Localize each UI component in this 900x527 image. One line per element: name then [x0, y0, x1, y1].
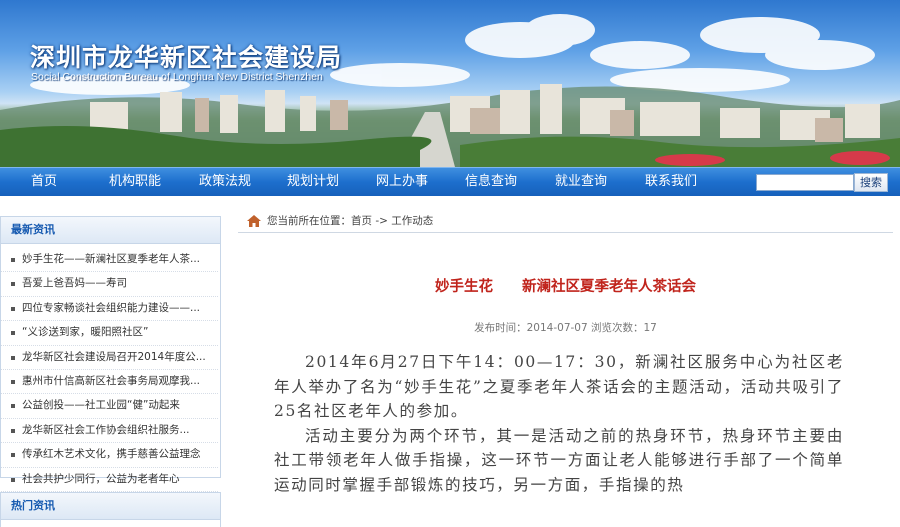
list-item[interactable]: 龙华新区社会建设局召开2014年度公... [1, 346, 218, 370]
hot-news-box: 热门资讯 [0, 492, 221, 527]
bullet-icon [11, 428, 15, 433]
nav-item-job-query[interactable]: 就业查询 [544, 168, 618, 196]
bullet-icon [11, 258, 15, 262]
bullet-icon [11, 404, 15, 409]
nav-item-home[interactable]: 首页 [14, 168, 74, 196]
bullet-icon [11, 282, 15, 287]
search-input[interactable] [756, 174, 854, 191]
list-item[interactable]: 四位专家畅谈社会组织能力建设——... [1, 297, 218, 322]
home-icon [247, 215, 261, 227]
list-item[interactable]: 惠州市什信高新区社会事务局观摩我... [1, 370, 218, 395]
article-paragraph: 2014年6月27日下午14：00—17：30，新澜社区服务中心为社区老年人举办… [274, 353, 844, 420]
search-button[interactable]: 搜索 [854, 173, 888, 192]
list-item[interactable]: 传承红木艺术文化，携手慈善公益理念 [1, 443, 218, 468]
latest-news-box: 最新资讯 妙手生花——新澜社区夏季老年人茶... 吾爱上爸吾妈——寿司 四位专家… [0, 216, 221, 492]
nav-item-policy[interactable]: 政策法规 [188, 168, 262, 196]
nav-item-organization[interactable]: 机构职能 [98, 168, 172, 196]
hot-news-title: 热门资讯 [1, 493, 220, 520]
list-item[interactable]: 妙手生花——新澜社区夏季老年人茶... [1, 248, 218, 273]
list-item[interactable]: “义诊送到家，暖阳照社区” [1, 321, 218, 346]
bullet-icon [11, 331, 15, 336]
nav-item-planning[interactable]: 规划计划 [276, 168, 350, 196]
article-body: 2014年6月27日下午14：00—17：30，新澜社区服务中心为社区老年人举办… [274, 350, 844, 497]
list-item[interactable]: 公益创投——社工业园“健”动起来 [1, 394, 218, 419]
breadcrumb-divider [238, 232, 893, 233]
site-banner: 深圳市龙华新区社会建设局 Social Construction Bureau … [0, 0, 900, 167]
bullet-icon [11, 477, 15, 482]
breadcrumb-prefix: 您当前所在位置： [267, 215, 351, 227]
list-item[interactable]: 龙华新区社会工作协会组织社服务... [1, 419, 218, 444]
site-title: 深圳市龙华新区社会建设局 [30, 43, 343, 72]
breadcrumb-current[interactable]: 工作动态 [391, 215, 433, 227]
nav-item-info-query[interactable]: 信息查询 [454, 168, 528, 196]
breadcrumb: 您当前所在位置：首页 -> 工作动态 [247, 213, 433, 229]
article-paragraph: 活动主要分为两个环节，其一是活动之前的热身环节，热身环节主要由社工带领老年人做手… [274, 426, 844, 494]
bullet-icon [11, 306, 15, 311]
nav-item-contact[interactable]: 联系我们 [634, 168, 708, 196]
main-nav: 首页 机构职能 政策法规 规划计划 网上办事 信息查询 就业查询 联系我们 搜索 [0, 167, 900, 196]
nav-item-online-service[interactable]: 网上办事 [365, 168, 439, 196]
list-item[interactable]: 社会共护少同行，公益为老者年心 [1, 468, 218, 492]
site-subtitle: Social Construction Bureau of Longhua Ne… [31, 71, 323, 83]
city-skyline-image [0, 14, 900, 167]
latest-news-list: 妙手生花——新澜社区夏季老年人茶... 吾爱上爸吾妈——寿司 四位专家畅谈社会组… [1, 244, 220, 492]
article-meta: 发布时间：2014-07-07 浏览次数：17 [474, 322, 657, 334]
article-title: 妙手生花 新澜社区夏季老年人茶话会 [435, 279, 696, 295]
bullet-icon [11, 355, 15, 360]
bullet-icon [11, 453, 15, 458]
bullet-icon [11, 379, 15, 384]
list-item[interactable]: 吾爱上爸吾妈——寿司 [1, 272, 218, 297]
breadcrumb-separator: -> [375, 215, 388, 227]
breadcrumb-home[interactable]: 首页 [351, 215, 372, 227]
latest-news-title: 最新资讯 [1, 217, 220, 244]
